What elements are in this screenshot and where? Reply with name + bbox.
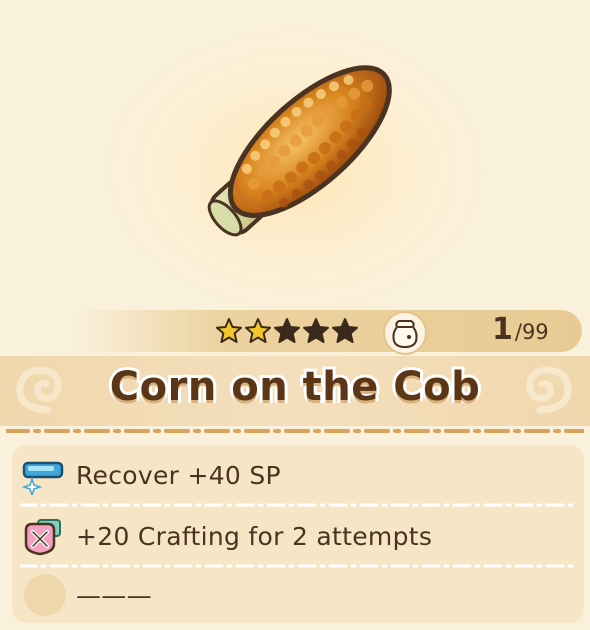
effect-text-empty: ———	[76, 580, 152, 610]
sp-bar-icon	[21, 461, 64, 495]
effect-text-crafting: +20 Crafting for 2 attempts	[76, 521, 433, 551]
star-empty-icon	[303, 318, 329, 343]
star-empty-icon	[274, 318, 300, 343]
effect-row-empty: ———	[12, 567, 584, 623]
title-divider	[6, 429, 584, 433]
quantity-current: 1	[492, 312, 513, 347]
star-filled-icon	[245, 318, 271, 343]
star-empty-icon	[332, 318, 358, 343]
effect-row-crafting: +20 Crafting for 2 attempts	[12, 508, 584, 564]
pouch-badge	[383, 311, 427, 355]
quantity-max: /99	[514, 320, 549, 344]
pouch-icon	[392, 320, 418, 349]
item-name: Corn on the Cob	[107, 361, 483, 413]
star-rating	[215, 317, 359, 347]
corn-cob-icon	[207, 65, 392, 237]
star-filled-icon	[216, 318, 242, 343]
empty-slot-icon	[24, 574, 66, 616]
effect-row-sp: Recover +40 SP	[12, 447, 584, 503]
quantity-display: 1 /99	[492, 312, 549, 352]
effect-text-sp: Recover +40 SP	[76, 460, 281, 490]
crafting-tools-icon	[24, 519, 61, 556]
